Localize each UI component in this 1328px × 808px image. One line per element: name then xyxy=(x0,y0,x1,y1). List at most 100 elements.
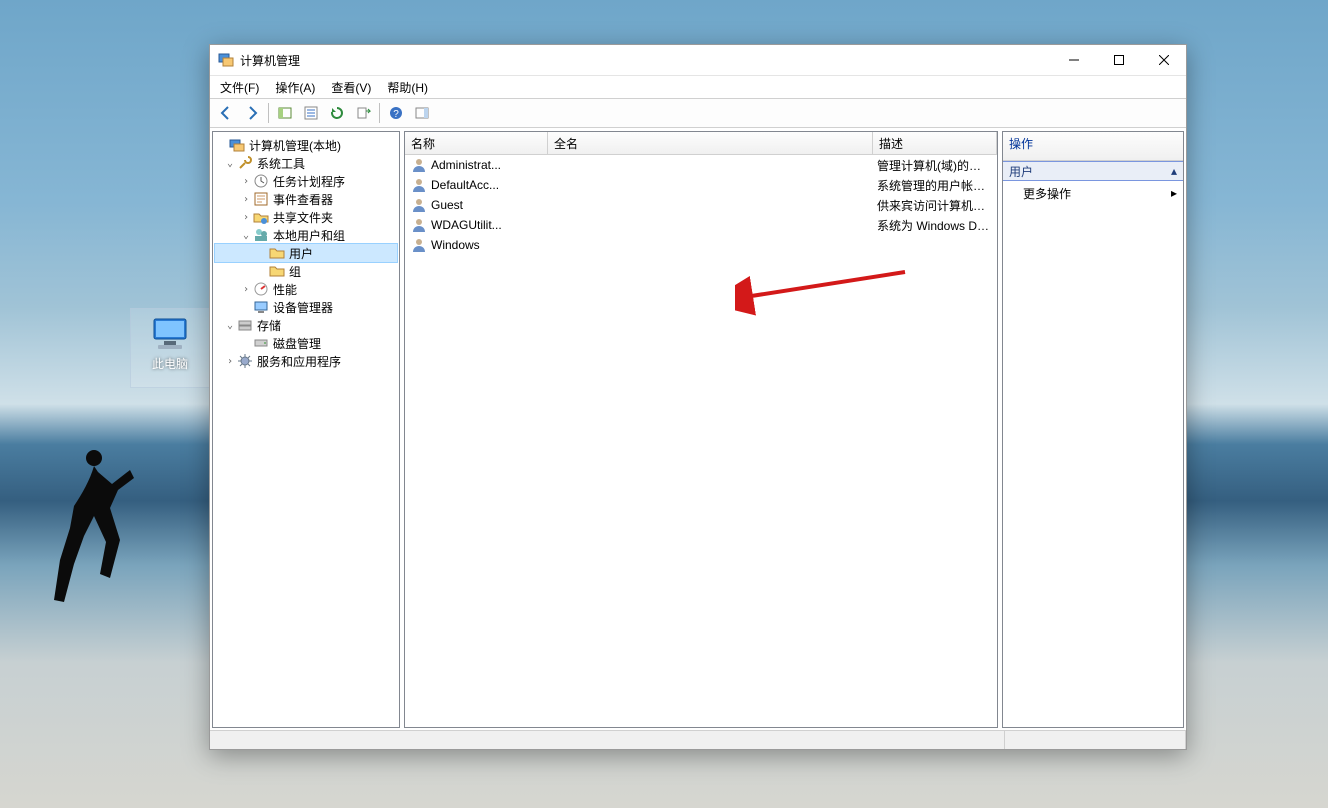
toolbar-forward[interactable] xyxy=(240,101,264,125)
cell-name: DefaultAcc... xyxy=(405,177,547,193)
tree-performance[interactable]: › 性能 xyxy=(215,280,397,298)
chevron-right-icon: ▸ xyxy=(1171,186,1177,200)
pane-icon xyxy=(277,105,293,121)
tree-shared-folders[interactable]: › 共享文件夹 xyxy=(215,208,397,226)
maximize-icon xyxy=(1114,55,1124,65)
expand-icon[interactable]: › xyxy=(223,356,237,367)
tree-root[interactable]: ▾ 计算机管理(本地) xyxy=(215,136,397,154)
tree-label: 任务计划程序 xyxy=(273,173,345,190)
svg-text:?: ? xyxy=(393,109,399,120)
list-row[interactable]: WDAGUtilit... 系统为 Windows Defender 应用... xyxy=(405,215,997,235)
help-icon: ? xyxy=(388,105,404,121)
window-title: 计算机管理 xyxy=(240,52,300,69)
cell-description: 系统为 Windows Defender 应用... xyxy=(871,217,997,234)
column-name[interactable]: 名称 xyxy=(405,132,548,154)
maximize-button[interactable] xyxy=(1096,46,1141,75)
device-manager-icon xyxy=(253,299,269,315)
desktop-icon-this-pc[interactable]: 此电脑 xyxy=(130,308,210,388)
menu-help[interactable]: 帮助(H) xyxy=(379,77,436,98)
close-button[interactable] xyxy=(1141,46,1186,75)
tree-pane[interactable]: ▾ 计算机管理(本地) ⌄ 系统工具 › 任务计划程序 xyxy=(212,131,400,728)
column-fullname[interactable]: 全名 xyxy=(548,132,873,154)
cell-name: Guest xyxy=(405,197,547,213)
actions-section-label: 用户 xyxy=(1009,163,1033,180)
tree-label: 用户 xyxy=(289,245,313,262)
cell-description: 管理计算机(域)的内置帐户 xyxy=(871,157,997,174)
tree-event-viewer[interactable]: › 事件查看器 xyxy=(215,190,397,208)
storage-icon xyxy=(237,317,253,333)
tree-label: 共享文件夹 xyxy=(273,209,333,226)
cell-description: 供来宾访问计算机或访问域的内... xyxy=(871,197,997,214)
tree-label: 服务和应用程序 xyxy=(257,353,341,370)
clock-icon xyxy=(253,173,269,189)
minimize-icon xyxy=(1069,55,1079,65)
menu-view[interactable]: 查看(V) xyxy=(323,77,379,98)
properties-icon xyxy=(303,105,319,121)
services-icon xyxy=(237,353,253,369)
list-pane[interactable]: 名称 全名 描述 Administrat...管理计算机(域)的内置帐户Defa… xyxy=(404,131,998,728)
tree-device-manager[interactable]: · 设备管理器 xyxy=(215,298,397,316)
tree-disk-management[interactable]: · 磁盘管理 xyxy=(215,334,397,352)
actions-more[interactable]: 更多操作 ▸ xyxy=(1003,181,1183,205)
actions-more-label: 更多操作 xyxy=(1023,185,1071,202)
computer-icon xyxy=(150,317,190,351)
export-icon xyxy=(355,105,371,121)
expand-icon[interactable]: › xyxy=(239,176,253,187)
actions-header: 操作 xyxy=(1003,132,1183,161)
toolbar-export[interactable] xyxy=(351,101,375,125)
tree-storage[interactable]: ⌄ 存储 xyxy=(215,316,397,334)
wallpaper-figure xyxy=(40,450,140,610)
list-row[interactable]: Windows xyxy=(405,235,997,255)
titlebar[interactable]: 计算机管理 xyxy=(210,45,1186,76)
toolbar-help[interactable]: ? xyxy=(384,101,408,125)
tree-task-scheduler[interactable]: › 任务计划程序 xyxy=(215,172,397,190)
list-row[interactable]: Administrat... 管理计算机(域)的内置帐户 xyxy=(405,155,997,175)
cell-name: WDAGUtilit... xyxy=(405,217,547,233)
tree-label: 事件查看器 xyxy=(273,191,333,208)
tree-groups[interactable]: · 组 xyxy=(215,262,397,280)
tree-label: 系统工具 xyxy=(257,155,305,172)
close-icon xyxy=(1159,55,1169,65)
expand-icon[interactable]: › xyxy=(239,212,253,223)
menu-file[interactable]: 文件(F) xyxy=(212,77,267,98)
back-arrow-icon xyxy=(218,105,234,121)
list-rows: Administrat...管理计算机(域)的内置帐户DefaultAcc...… xyxy=(405,155,997,255)
list-header: 名称 全名 描述 xyxy=(405,132,997,155)
actions-section-users[interactable]: 用户 ▴ xyxy=(1003,161,1183,181)
computer-management-icon xyxy=(229,137,245,153)
menu-action[interactable]: 操作(A) xyxy=(267,77,323,98)
column-description[interactable]: 描述 xyxy=(873,132,997,154)
tree-label: 设备管理器 xyxy=(273,299,333,316)
minimize-button[interactable] xyxy=(1051,46,1096,75)
users-groups-icon xyxy=(253,227,269,243)
statusbar xyxy=(210,730,1186,749)
toolbar-show-hide[interactable] xyxy=(273,101,297,125)
tree-label: 磁盘管理 xyxy=(273,335,321,352)
toolbar-refresh[interactable] xyxy=(325,101,349,125)
refresh-icon xyxy=(329,105,345,121)
expand-icon[interactable]: › xyxy=(239,284,253,295)
expand-icon[interactable]: › xyxy=(239,194,253,205)
tree-label: 本地用户和组 xyxy=(273,227,345,244)
collapse-icon[interactable]: ⌄ xyxy=(223,320,237,331)
forward-arrow-icon xyxy=(244,105,260,121)
app-icon xyxy=(218,52,234,68)
list-row[interactable]: Guest 供来宾访问计算机或访问域的内... xyxy=(405,195,997,215)
toolbar-actions-pane[interactable] xyxy=(410,101,434,125)
toolbar-properties[interactable] xyxy=(299,101,323,125)
tree-system-tools[interactable]: ⌄ 系统工具 xyxy=(215,154,397,172)
toolbar-back[interactable] xyxy=(214,101,238,125)
list-row[interactable]: DefaultAcc...系统管理的用户帐户。 xyxy=(405,175,997,195)
tree-local-users-groups[interactable]: ⌄ 本地用户和组 xyxy=(215,226,397,244)
expand-icon[interactable]: ⌄ xyxy=(223,158,237,169)
folder-icon xyxy=(269,245,285,261)
shared-folder-icon xyxy=(253,209,269,225)
tree-users[interactable]: · 用户 xyxy=(215,244,397,262)
window-body: ▾ 计算机管理(本地) ⌄ 系统工具 › 任务计划程序 xyxy=(210,128,1186,730)
cell-name: Administrat... xyxy=(405,157,547,173)
toolbar: ? xyxy=(210,99,1186,128)
computer-management-window: 计算机管理 文件(F) 操作(A) 查看(V) 帮助(H) xyxy=(209,44,1187,750)
collapse-icon[interactable]: ⌄ xyxy=(239,230,253,241)
folder-icon xyxy=(269,263,285,279)
tree-services-apps[interactable]: › 服务和应用程序 xyxy=(215,352,397,370)
